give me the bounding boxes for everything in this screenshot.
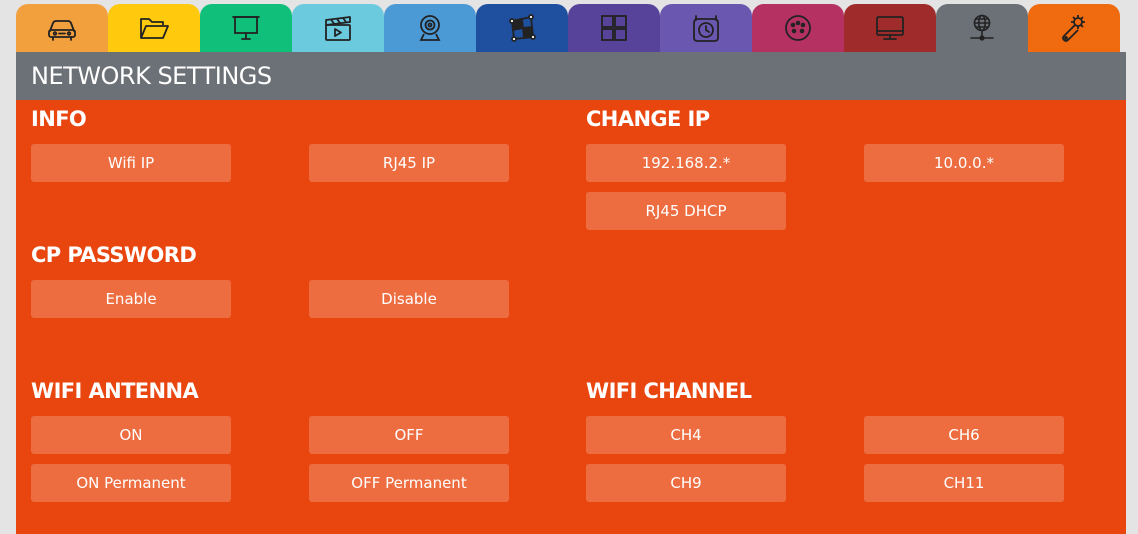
tab-dmx[interactable] [752,4,844,52]
cp-password-disable-button[interactable]: Disable [309,280,509,318]
category-tab-bar [16,4,1126,52]
grid-icon [601,15,627,41]
wifi-channel-section-title: WIFI CHANNEL [586,379,752,403]
tab-presentation[interactable] [200,4,292,52]
tab-display[interactable] [844,4,936,52]
webcam-icon [419,15,441,41]
rj45-ip-button[interactable]: RJ45 IP [309,144,509,182]
wifi-antenna-section-title: WIFI ANTENNA [31,379,199,403]
folder-icon [140,18,169,39]
antenna-off-permanent-button[interactable]: OFF Permanent [309,464,509,502]
tab-network[interactable] [936,4,1028,52]
cp-password-enable-button[interactable]: Enable [31,280,231,318]
tab-timer[interactable] [660,4,752,52]
tools-icon [1062,15,1085,42]
rj45-dhcp-button[interactable]: RJ45 DHCP [586,192,786,230]
tab-layout[interactable] [568,4,660,52]
channel-9-button[interactable]: CH9 [586,464,786,502]
tab-files[interactable] [108,4,200,52]
antenna-on-permanent-button[interactable]: ON Permanent [31,464,231,502]
ip-192-168-2-button[interactable]: 192.168.2.* [586,144,786,182]
tab-tools[interactable] [1028,4,1120,52]
channel-11-button[interactable]: CH11 [864,464,1064,502]
network-icon [970,14,994,41]
car-icon [48,20,76,41]
info-section-title: INFO [31,107,87,131]
tab-video[interactable] [292,4,384,52]
antenna-on-button[interactable]: ON [31,416,231,454]
tab-mapping[interactable] [476,4,568,52]
tab-camera[interactable] [384,4,476,52]
dmx-connector-icon [785,15,811,41]
channel-4-button[interactable]: CH4 [586,416,786,454]
ip-10-0-0-button[interactable]: 10.0.0.* [864,144,1064,182]
clapperboard-icon [325,16,351,41]
cp-password-section-title: CP PASSWORD [31,243,197,267]
projector-screen-icon [232,16,260,40]
mapping-surface-icon [509,14,536,42]
antenna-off-button[interactable]: OFF [309,416,509,454]
monitor-icon [876,16,904,40]
timer-icon [693,15,719,42]
tab-vehicle[interactable] [16,4,108,52]
network-settings-panel: NETWORK SETTINGS INFO Wifi IP RJ45 IP CH… [16,52,1126,534]
channel-6-button[interactable]: CH6 [864,416,1064,454]
change-ip-section-title: CHANGE IP [586,107,710,131]
page-title: NETWORK SETTINGS [16,52,1126,100]
wifi-ip-button[interactable]: Wifi IP [31,144,231,182]
